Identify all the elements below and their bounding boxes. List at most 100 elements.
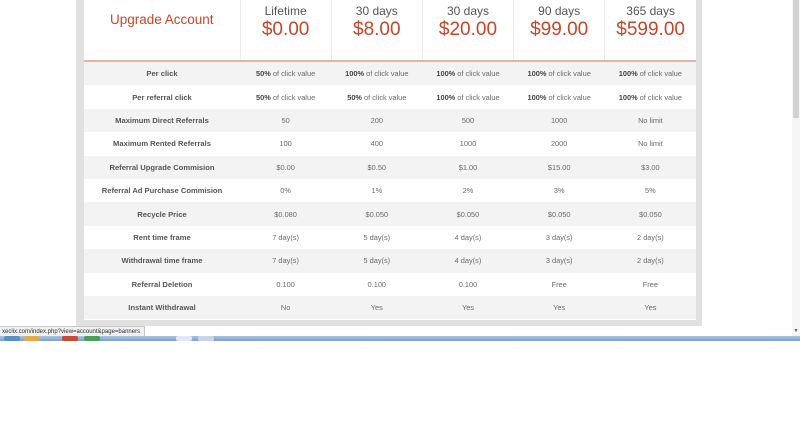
cell-percent: 100% bbox=[436, 92, 456, 102]
table-cell: Free bbox=[513, 272, 605, 296]
table-row: Per click 50% of click value 100% of click… bbox=[84, 61, 696, 86]
table-cell: 200 bbox=[331, 108, 423, 133]
table-row: Recycle Price $0.080 $0.050 $0.050 $0.050 $0.… bbox=[84, 202, 696, 226]
table-cell: 2 day(s) bbox=[604, 249, 696, 273]
table-row: Rent time frame 7 day(s) 5 day(s) 4 day(s) 3… bbox=[84, 225, 696, 250]
table-cell: Yes bbox=[604, 295, 696, 320]
plan-price: $0.00 bbox=[261, 19, 310, 40]
table-cell: $0.00 bbox=[240, 155, 332, 179]
row-label: Recycle Price bbox=[84, 202, 241, 226]
table-cell: $0.050 bbox=[331, 202, 423, 226]
row-label: Per referral click bbox=[84, 85, 241, 109]
table-cell: Yes bbox=[422, 295, 514, 320]
header-title-cell: Upgrade Account bbox=[84, 0, 241, 62]
plan-header-4: 90 days $99.00 bbox=[513, 0, 605, 62]
cell-suffix: of click value bbox=[637, 92, 683, 102]
vertical-scrollbar[interactable]: ▾ bbox=[792, 0, 800, 336]
table-cell: 100% of click value bbox=[604, 85, 696, 109]
cell-percent: 50% bbox=[347, 92, 362, 102]
table-cell: No bbox=[240, 295, 332, 320]
taskbar-app-icon[interactable] bbox=[84, 336, 100, 341]
scrollbar-thumb[interactable] bbox=[793, 0, 799, 118]
table-cell: 0.100 bbox=[331, 272, 423, 296]
cell-suffix: of click value bbox=[637, 69, 683, 79]
row-label: Referral Upgrade Commision bbox=[84, 155, 241, 179]
table-cell: 2000 bbox=[513, 132, 605, 156]
table-cell: 400 bbox=[331, 132, 423, 156]
table-row: Instant Withdrawal No Yes Yes Yes Yes bbox=[84, 295, 696, 320]
plan-header-5: 365 days $599.00 bbox=[604, 0, 696, 62]
table-cell: 100% of click value bbox=[513, 61, 605, 86]
table-cell: $1.00 bbox=[422, 155, 514, 179]
cell-suffix: of click value bbox=[546, 92, 591, 102]
table-cell: Yes bbox=[513, 295, 605, 320]
table-cell: $0.050 bbox=[604, 202, 696, 226]
table-cell: $0.050 bbox=[422, 202, 514, 226]
plan-price: $20.00 bbox=[438, 19, 498, 40]
table-row: Referral Deletion 0.100 0.100 0.100 Free Free bbox=[84, 272, 696, 296]
table-cell: 4 day(s) bbox=[422, 249, 514, 273]
taskbar-app-icon[interactable] bbox=[62, 336, 78, 341]
row-label: Maximum Direct Referrals bbox=[84, 108, 241, 133]
plan-header-2: 30 days $8.00 bbox=[330, 0, 423, 62]
row-label: Referral Deletion bbox=[84, 272, 241, 296]
cell-suffix: of click value bbox=[270, 92, 316, 102]
cell-percent: 100% bbox=[345, 69, 365, 79]
table-cell: 100% of click value bbox=[331, 61, 423, 86]
table-cell: $0.080 bbox=[240, 202, 332, 226]
table-cell: 3 day(s) bbox=[513, 225, 605, 250]
row-label: Withdrawal time frame bbox=[84, 249, 241, 273]
table-cell: 5 day(s) bbox=[331, 249, 423, 273]
table-cell: 100% of click value bbox=[422, 61, 514, 86]
cell-percent: 50% bbox=[256, 92, 271, 102]
table-row: Per referral click 50% of click value 50% … bbox=[84, 85, 696, 109]
start-orb-icon[interactable] bbox=[4, 336, 20, 341]
table-cell: 2% bbox=[422, 178, 514, 203]
upgrade-account-title: Upgrade Account bbox=[109, 12, 214, 27]
plan-duration: 30 days bbox=[355, 4, 398, 18]
table-cell: 7 day(s) bbox=[240, 225, 332, 250]
table-cell: 5 day(s) bbox=[331, 225, 423, 250]
table-cell: Free bbox=[604, 272, 696, 296]
table-cell: 100% of click value bbox=[422, 85, 514, 109]
taskbar-app-icon[interactable] bbox=[198, 336, 214, 341]
table-cell: 100% of click value bbox=[513, 85, 605, 109]
cell-percent: 100% bbox=[618, 69, 638, 79]
table-cell: No limit bbox=[604, 132, 696, 156]
row-label: Maximum Rented Referrals bbox=[84, 132, 241, 156]
cell-suffix: of click value bbox=[270, 69, 316, 79]
table-row: Maximum Direct Referrals 50 200 500 1000 No l… bbox=[84, 108, 696, 133]
scroll-down-arrow-icon[interactable]: ▾ bbox=[793, 328, 799, 334]
plan-duration: 30 days bbox=[446, 4, 489, 18]
table-cell: 100% of click value bbox=[604, 61, 696, 86]
table-cell: 3 day(s) bbox=[513, 249, 605, 273]
table-cell: 1000 bbox=[513, 108, 605, 133]
pricing-body: Per click 50% of click value 100% of click… bbox=[84, 61, 696, 320]
cell-suffix: of click value bbox=[362, 92, 407, 102]
table-cell: $0.050 bbox=[513, 202, 605, 226]
table-cell: 500 bbox=[422, 108, 514, 133]
cell-suffix: of click value bbox=[455, 69, 500, 79]
cell-percent: 100% bbox=[527, 92, 547, 102]
plan-price: $599.00 bbox=[616, 19, 685, 40]
plan-duration: Lifetime bbox=[264, 4, 307, 18]
browser-viewport: Upgrade Account Lifetime $0.00 30 days $8.0… bbox=[0, 0, 800, 336]
plan-price: $99.00 bbox=[530, 19, 589, 40]
table-cell: 50% of click value bbox=[240, 61, 332, 86]
taskbar-app-icon[interactable] bbox=[24, 336, 40, 341]
row-label: Rent time frame bbox=[84, 225, 241, 250]
table-cell: Yes bbox=[331, 295, 423, 320]
table-cell: 0% bbox=[240, 178, 332, 203]
table-row: Referral Ad Purchase Commision 0% 1% 2% 3% 5% bbox=[84, 178, 696, 203]
plan-header-3: 30 days $20.00 bbox=[421, 0, 514, 62]
table-cell: $0.50 bbox=[331, 155, 423, 179]
table-cell: 1000 bbox=[422, 132, 514, 156]
table-cell: 4 day(s) bbox=[422, 225, 514, 250]
plan-price: $8.00 bbox=[353, 19, 401, 40]
cell-suffix: of click value bbox=[364, 69, 409, 79]
table-cell: No limit bbox=[604, 108, 696, 133]
table-row: Referral Upgrade Commision $0.00 $0.50 $1.0… bbox=[84, 155, 696, 179]
plan-duration: 90 days bbox=[538, 4, 581, 18]
table-cell: $3.00 bbox=[604, 155, 696, 179]
taskbar-app-icon[interactable] bbox=[176, 336, 192, 341]
